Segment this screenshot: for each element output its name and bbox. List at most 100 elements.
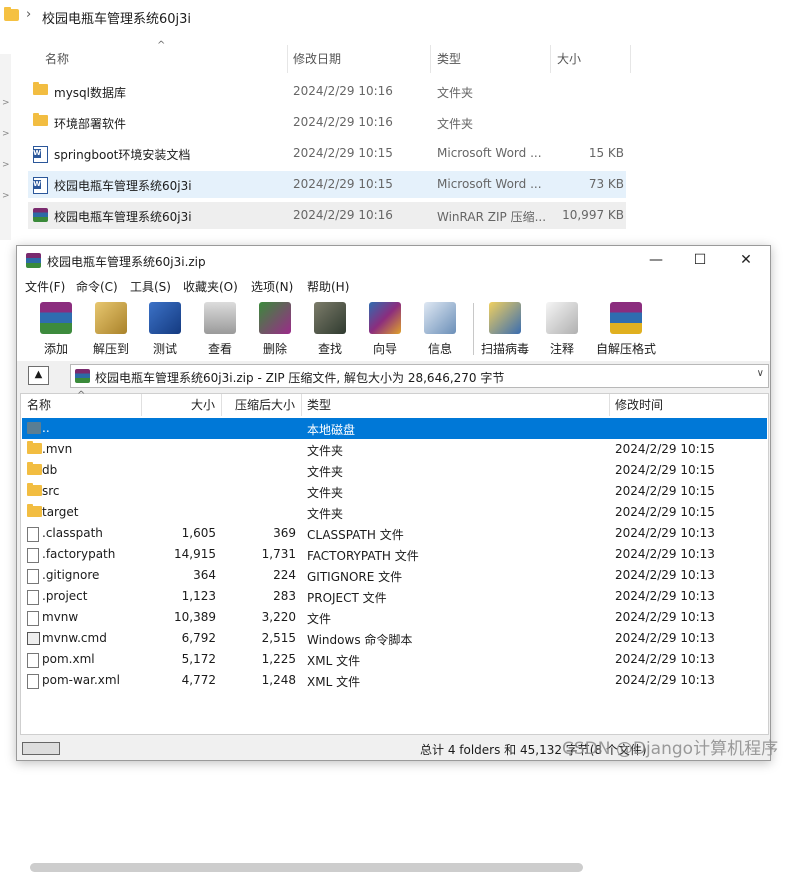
binoculars-icon [314, 302, 346, 334]
sfx-icon [610, 302, 642, 334]
table-row[interactable]: .project 1,123 283 PROJECT 文件 2024/2/29 … [22, 586, 767, 607]
horizontal-scrollbar[interactable] [30, 863, 583, 872]
title-bar[interactable]: 校园电瓶车管理系统60j3i.zip — ☐ ✕ [17, 246, 770, 275]
table-row[interactable]: pom-war.xml 4,772 1,248 XML 文件 2024/2/29… [22, 670, 767, 691]
list-item[interactable]: 校园电瓶车管理系统60j3i 2024/2/29 10:16 WinRAR ZI… [28, 202, 626, 229]
table-row[interactable]: .. 本地磁盘 [22, 418, 767, 439]
maximize-button[interactable]: ☐ [678, 246, 722, 275]
comment-icon [546, 302, 578, 334]
view-button[interactable]: 查看 [193, 299, 247, 361]
file-icon [27, 548, 39, 563]
column-header-size[interactable]: 大小 [557, 45, 581, 73]
navigation-pane-edge: > > > > [0, 54, 11, 240]
column-header-type[interactable]: 类型 [307, 394, 331, 416]
column-divider[interactable] [630, 45, 631, 73]
comment-button[interactable]: 注释 [535, 299, 589, 361]
table-row[interactable]: mvnw.cmd 6,792 2,515 Windows 命令脚本 2024/2… [22, 628, 767, 649]
table-row[interactable]: pom.xml 5,172 1,225 XML 文件 2024/2/29 10:… [22, 649, 767, 670]
chevron-right-icon[interactable]: › [26, 7, 31, 22]
menu-file[interactable]: 文件(F) [25, 278, 65, 295]
column-divider[interactable] [301, 394, 302, 416]
menu-help[interactable]: 帮助(H) [307, 278, 349, 295]
menu-favorites[interactable]: 收藏夹(O) [183, 278, 238, 295]
word-icon [33, 146, 48, 163]
column-header-name[interactable]: 名称 [45, 45, 69, 73]
table-row[interactable]: mvnw 10,389 3,220 文件 2024/2/29 10:13 [22, 607, 767, 628]
archive-path-box[interactable]: 校园电瓶车管理系统60j3i.zip - ZIP 压缩文件, 解包大小为 28,… [70, 364, 769, 388]
list-item[interactable]: 环境部署软件 2024/2/29 10:16 文件夹 [28, 109, 626, 136]
table-row[interactable]: db 文件夹 2024/2/29 10:15 [22, 460, 767, 481]
add-icon [40, 302, 72, 334]
column-header-packed[interactable]: 压缩后大小 [221, 394, 295, 416]
up-folder-button[interactable]: ▲ [28, 366, 49, 385]
chevron-right-icon[interactable]: > [2, 129, 10, 139]
column-divider[interactable] [609, 394, 610, 416]
list-item[interactable]: mysql数据库 2024/2/29 10:16 文件夹 [28, 78, 626, 105]
delete-button[interactable]: 删除 [248, 299, 302, 361]
menu-options[interactable]: 选项(N) [251, 278, 293, 295]
folder-icon [33, 82, 48, 95]
column-header-name[interactable]: 名称 [27, 394, 51, 416]
table-row[interactable]: .classpath 1,605 369 CLASSPATH 文件 2024/2… [22, 523, 767, 544]
table-row[interactable]: .mvn 文件夹 2024/2/29 10:15 [22, 439, 767, 460]
archive-path-text: 校园电瓶车管理系统60j3i.zip - ZIP 压缩文件, 解包大小为 28,… [95, 371, 505, 385]
file-icon [27, 653, 39, 668]
column-header-modified[interactable]: 修改时间 [615, 394, 663, 416]
column-header-size[interactable]: 大小 [141, 394, 215, 416]
sfx-button[interactable]: 自解压格式 [596, 299, 656, 361]
word-icon [33, 177, 48, 194]
menu-commands[interactable]: 命令(C) [76, 278, 118, 295]
close-button[interactable]: ✕ [724, 246, 768, 275]
minimize-button[interactable]: — [634, 246, 678, 275]
extract-to-button[interactable]: 解压到 [84, 299, 138, 361]
breadcrumb: › 校园电瓶车管理系统60j3i [0, 0, 806, 32]
find-button[interactable]: 查找 [303, 299, 357, 361]
breadcrumb-current[interactable]: 校园电瓶车管理系统60j3i [42, 8, 191, 27]
winrar-icon [26, 253, 41, 268]
folder-icon [33, 113, 48, 126]
file-explorer: › 校园电瓶车管理系统60j3i > > > > ^ 名称 修改日期 类型 大小… [0, 0, 806, 240]
delete-icon [259, 302, 291, 334]
address-bar: ▲ 校园电瓶车管理系统60j3i.zip - ZIP 压缩文件, 解包大小为 2… [17, 361, 770, 391]
scan-virus-button[interactable]: 扫描病毒 [478, 299, 532, 361]
file-icon [27, 590, 39, 605]
menu-tools[interactable]: 工具(S) [130, 278, 171, 295]
table-row[interactable]: .factorypath 14,915 1,731 FACTORYPATH 文件… [22, 544, 767, 565]
add-button[interactable]: 添加 [29, 299, 83, 361]
up-folder-icon [27, 422, 41, 434]
file-icon [27, 611, 39, 626]
column-header-date[interactable]: 修改日期 [293, 45, 341, 73]
archive-file-list: ^ 名称 大小 压缩后大小 类型 修改时间 .. 本地磁盘 .mvn 文件夹 2… [20, 390, 769, 872]
test-button[interactable]: 测试 [138, 299, 192, 361]
drive-icon[interactable] [22, 742, 60, 755]
chevron-right-icon[interactable]: > [2, 191, 10, 201]
info-button[interactable]: 信息 [413, 299, 467, 361]
folder-icon [27, 462, 42, 475]
list-item[interactable]: springboot环境安装文档 2024/2/29 10:15 Microso… [28, 140, 626, 167]
table-row[interactable]: target 文件夹 2024/2/29 10:15 [22, 502, 767, 523]
column-header-type[interactable]: 类型 [437, 45, 461, 73]
extract-icon [95, 302, 127, 334]
wizard-icon [369, 302, 401, 334]
sort-up-icon: ^ [77, 390, 86, 401]
view-icon [204, 302, 236, 334]
toolbar: 添加 解压到 测试 查看 删除 查找 向导 信息 扫描病毒 注释 自解压格式 [17, 297, 770, 361]
column-divider[interactable] [550, 45, 551, 73]
chevron-right-icon[interactable]: > [2, 98, 10, 108]
winrar-icon [33, 208, 48, 222]
list-item[interactable]: 校园电瓶车管理系统60j3i 2024/2/29 10:15 Microsoft… [28, 171, 626, 198]
winrar-icon [75, 369, 90, 383]
menu-bar: 文件(F) 命令(C) 工具(S) 收藏夹(O) 选项(N) 帮助(H) [17, 275, 770, 297]
table-row[interactable]: .gitignore 364 224 GITIGNORE 文件 2024/2/2… [22, 565, 767, 586]
chevron-down-icon[interactable]: ∨ [757, 368, 764, 379]
chevron-right-icon[interactable]: > [2, 160, 10, 170]
file-icon [27, 674, 39, 689]
wizard-button[interactable]: 向导 [358, 299, 412, 361]
cmd-script-icon [27, 632, 40, 645]
column-divider[interactable] [287, 45, 288, 73]
column-divider[interactable] [430, 45, 431, 73]
table-row[interactable]: src 文件夹 2024/2/29 10:15 [22, 481, 767, 502]
test-icon [149, 302, 181, 334]
virus-scan-icon [489, 302, 521, 334]
folder-icon [27, 504, 42, 517]
